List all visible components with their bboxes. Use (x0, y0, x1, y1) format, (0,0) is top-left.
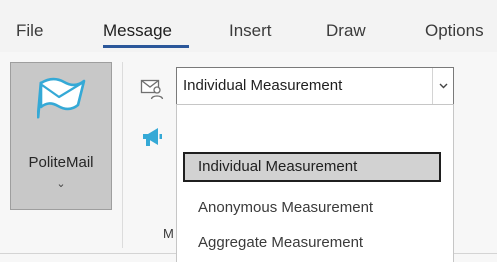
tab-insert[interactable]: Insert (229, 20, 272, 42)
politemail-label: PoliteMail (28, 154, 94, 171)
ribbon-tab-bar: File Message Insert Draw Options (0, 0, 497, 52)
dropdown-option-aggregate[interactable]: Aggregate Measurement (183, 228, 441, 258)
dropdown-option-anonymous[interactable]: Anonymous Measurement (183, 193, 441, 223)
tab-options[interactable]: Options (425, 20, 484, 42)
tab-file[interactable]: File (16, 20, 43, 42)
dropdown-arrow-button[interactable] (432, 68, 453, 104)
tab-message[interactable]: Message (103, 20, 172, 42)
active-tab-indicator (103, 45, 189, 48)
tab-draw[interactable]: Draw (326, 20, 366, 42)
group-separator (122, 62, 123, 248)
flag-envelope-icon (37, 77, 86, 119)
measurement-select-value: Individual Measurement (183, 77, 343, 94)
chevron-down-icon: ⌄ (56, 178, 66, 190)
politemail-button[interactable]: PoliteMail ⌄ (10, 62, 112, 210)
chevron-down-icon (439, 83, 447, 89)
envelope-person-icon (140, 79, 164, 100)
group-label: M (163, 226, 174, 241)
measurement-dropdown-list: Individual Measurement Anonymous Measure… (176, 104, 454, 262)
dropdown-option-individual[interactable]: Individual Measurement (183, 152, 441, 182)
measurement-select[interactable]: Individual Measurement (176, 67, 454, 105)
megaphone-icon[interactable] (140, 125, 164, 149)
